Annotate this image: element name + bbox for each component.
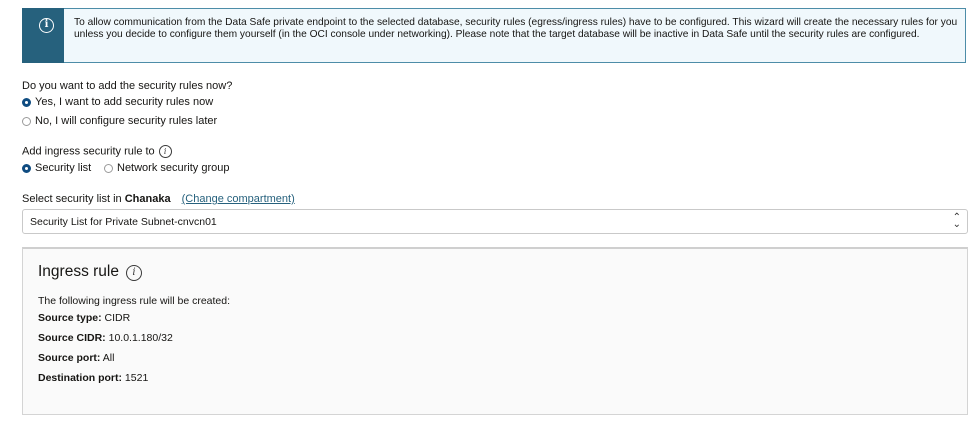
source-type-label: Source type: [38,312,102,324]
info-banner-text: To allow communication from the Data Saf… [74,17,958,40]
security-list-selected-value: Security List for Private Subnet-cnvcn01 [30,216,217,228]
radio-unselected-icon [104,163,113,173]
destination-port-label: Destination port: [38,372,122,384]
source-type-value: CIDR [104,312,131,324]
radio-network-security-group[interactable]: Network security group [104,162,230,174]
change-compartment-link[interactable]: (Change compartment) [182,193,295,205]
source-port-row: Source port: All [38,352,114,364]
radio-security-list[interactable]: Security list [22,162,91,174]
security-list-select-label: Select security list in Chanaka (Change … [22,193,295,205]
source-cidr-label: Source CIDR: [38,332,106,344]
ingress-rule-title: Ingress rule i [38,263,142,281]
info-banner: i To allow communication from the Data S… [22,8,966,63]
security-list-label-prefix: Select security list in [22,193,122,205]
ingress-target-label: Add ingress security rule to i [22,145,172,158]
destination-port-value: 1521 [124,372,149,384]
ingress-rule-title-text: Ingress rule [38,263,119,280]
add-rules-question: Do you want to add the security rules no… [22,80,233,92]
ingress-rule-intro: The following ingress rule will be creat… [38,295,231,307]
radio-add-rules-later[interactable]: No, I will configure security rules late… [22,115,217,127]
source-cidr-row: Source CIDR: 10.0.1.180/32 [38,332,173,344]
info-icon: i [39,18,54,33]
radio-add-rules-now[interactable]: Yes, I want to add security rules now [22,96,213,108]
radio-network-security-group-label: Network security group [117,162,230,174]
help-icon[interactable]: i [158,145,172,158]
help-icon[interactable]: i [125,265,142,281]
compartment-name: Chanaka [124,193,171,205]
security-list-select[interactable]: Security List for Private Subnet-cnvcn01… [22,209,968,234]
radio-unselected-icon [22,116,31,126]
destination-port-row: Destination port: 1521 [38,372,148,384]
radio-add-rules-later-label: No, I will configure security rules late… [35,115,218,127]
radio-add-rules-now-label: Yes, I want to add security rules now [35,96,214,108]
source-cidr-value: 10.0.1.180/32 [108,332,173,344]
select-arrows-icon: ⌃ ⌄ [952,212,961,230]
ingress-rule-panel: Ingress rule i The following ingress rule… [22,247,968,415]
info-banner-icon-area [22,8,64,63]
ingress-target-label-text: Add ingress security rule to [22,145,155,158]
radio-selected-icon [22,163,31,173]
radio-selected-icon [22,97,31,107]
source-port-value: All [102,352,115,364]
radio-security-list-label: Security list [35,162,92,174]
source-port-label: Source port: [38,352,101,364]
source-type-row: Source type: CIDR [38,312,130,324]
